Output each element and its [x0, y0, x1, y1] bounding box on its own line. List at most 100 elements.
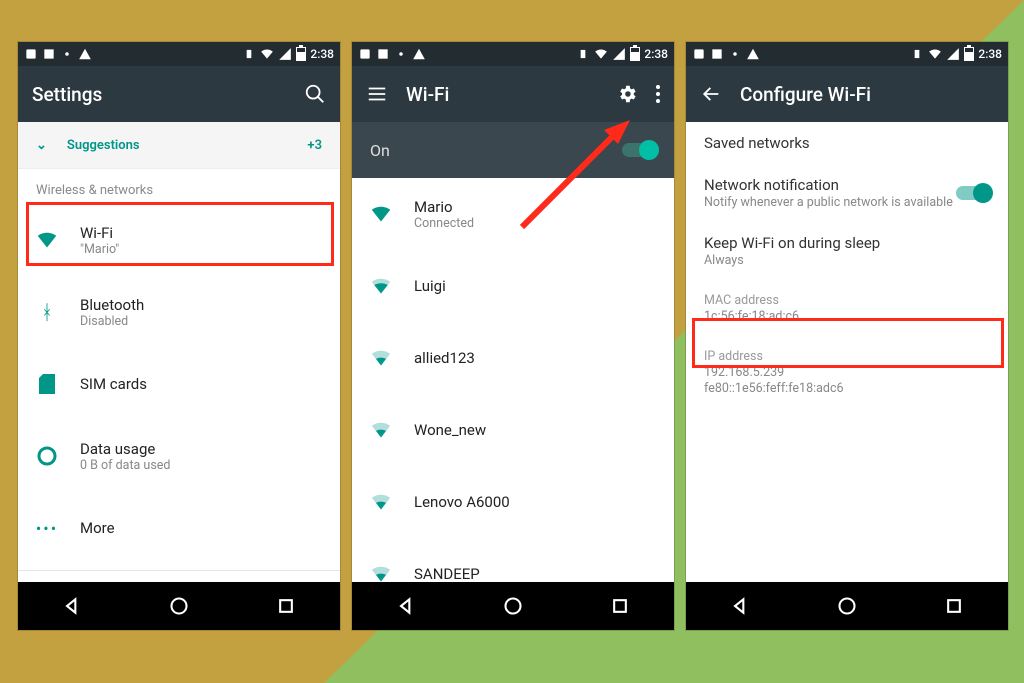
item-sub: 0 B of data used	[80, 458, 170, 473]
network-list: MarioConnected Luigi allied123 Wone_new …	[352, 178, 674, 582]
network-status: Connected	[414, 216, 474, 231]
item-data-usage[interactable]: Data usage0 B of data used	[18, 420, 340, 492]
network-item[interactable]: Lenovo A6000	[352, 466, 674, 538]
app-bar: Settings	[18, 66, 340, 122]
row-label: MAC address	[704, 293, 990, 308]
app-icon	[24, 47, 38, 61]
nav-bar	[686, 582, 1008, 630]
saved-networks[interactable]: Saved networks	[686, 122, 1008, 164]
image-icon	[376, 47, 390, 61]
network-item[interactable]: Luigi	[352, 250, 674, 322]
clock: 2:38	[310, 47, 334, 61]
page-title: Wi-Fi	[406, 83, 598, 106]
network-item[interactable]: MarioConnected	[352, 178, 674, 250]
wifi-icon	[370, 566, 392, 582]
chevron-down-icon: ⌄	[36, 138, 47, 153]
nav-bar	[352, 582, 674, 630]
wifi-status-icon	[928, 47, 942, 61]
recent-button[interactable]	[276, 596, 296, 616]
ip-address: IP address192.168.5.239fe80::1e56:feff:f…	[686, 336, 1008, 408]
wifi-toggle-row[interactable]: On	[352, 122, 674, 178]
phone-settings: 2:38 Settings ⌄ Suggestions +3 Wireless …	[18, 42, 340, 630]
signal-icon	[278, 47, 292, 61]
category-wireless: Wireless & networks	[18, 169, 340, 204]
hamburger-icon[interactable]	[366, 83, 388, 105]
item-bluetooth[interactable]: ᚼ BluetoothDisabled	[18, 276, 340, 348]
recent-button[interactable]	[610, 596, 630, 616]
row-label: Network notification	[704, 176, 953, 194]
wifi-icon	[370, 278, 392, 294]
settings-list: ⌄ Suggestions +3 Wireless & networks Wi-…	[18, 122, 340, 582]
wifi-icon	[370, 422, 392, 438]
battery-icon	[630, 47, 640, 61]
keep-wifi-on[interactable]: Keep Wi-Fi on during sleepAlways	[686, 222, 1008, 280]
network-name: Mario	[414, 198, 474, 216]
home-button[interactable]	[837, 596, 857, 616]
app-icon	[692, 47, 706, 61]
vibrate-icon	[576, 47, 590, 61]
battery-icon	[964, 47, 974, 61]
item-label: Data usage	[80, 440, 170, 458]
app-icon	[358, 47, 372, 61]
network-item[interactable]: Wone_new	[352, 394, 674, 466]
suggestions-count: +3	[307, 138, 322, 153]
search-icon[interactable]	[304, 83, 326, 105]
row-label: IP address	[704, 349, 990, 364]
back-button[interactable]	[396, 596, 416, 616]
vibrate-icon	[242, 47, 256, 61]
network-name: Luigi	[414, 277, 446, 295]
status-bar: 2:38	[686, 42, 1008, 66]
wifi-switch[interactable]	[622, 143, 656, 157]
item-sub: Disabled	[80, 314, 144, 329]
row-label: Saved networks	[704, 134, 990, 152]
vibrate-icon	[910, 47, 924, 61]
more-icon: •••	[36, 519, 58, 538]
signal-icon	[612, 47, 626, 61]
item-wifi[interactable]: Wi-Fi"Mario"	[18, 204, 340, 276]
battery-icon	[296, 47, 306, 61]
suggestions-label: Suggestions	[67, 138, 140, 153]
wifi-state-label: On	[370, 141, 390, 160]
wifi-icon	[36, 232, 58, 248]
app-bar: Configure Wi-Fi	[686, 66, 1008, 122]
gear-icon	[394, 47, 408, 61]
home-button[interactable]	[169, 596, 189, 616]
sim-icon	[36, 374, 58, 394]
back-button[interactable]	[730, 596, 750, 616]
network-item[interactable]: SANDEEP	[352, 538, 674, 582]
home-button[interactable]	[503, 596, 523, 616]
row-label: Keep Wi-Fi on during sleep	[704, 234, 990, 252]
suggestions-row[interactable]: ⌄ Suggestions +3	[18, 122, 340, 169]
back-button[interactable]	[62, 596, 82, 616]
image-icon	[42, 47, 56, 61]
signal-icon	[946, 47, 960, 61]
warning-icon	[78, 47, 92, 61]
network-notification[interactable]: Network notificationNotify whenever a pu…	[686, 164, 1008, 222]
item-label: Bluetooth	[80, 296, 144, 314]
network-name: Lenovo A6000	[414, 493, 510, 511]
item-more[interactable]: ••• More	[18, 492, 340, 564]
app-bar: Wi-Fi	[352, 66, 674, 122]
gear-icon[interactable]	[616, 83, 638, 105]
category-extra: Extra Options	[18, 577, 340, 582]
recent-button[interactable]	[944, 596, 964, 616]
network-name: SANDEEP	[414, 565, 480, 582]
item-label: Wi-Fi	[80, 224, 119, 242]
configure-list: Saved networks Network notificationNotif…	[686, 122, 1008, 582]
row-sub: Notify whenever a public network is avai…	[704, 195, 953, 210]
nav-bar	[18, 582, 340, 630]
notification-switch[interactable]	[956, 186, 990, 200]
gear-icon	[728, 47, 742, 61]
page-title: Settings	[32, 83, 286, 106]
wifi-icon	[370, 494, 392, 510]
phone-configure-wifi: 2:38 Configure Wi-Fi Saved networks Netw…	[686, 42, 1008, 630]
warning-icon	[412, 47, 426, 61]
row-value: 1c:56:fe:18:ad:c6	[704, 309, 990, 324]
bluetooth-icon: ᚼ	[36, 300, 58, 324]
item-sim[interactable]: SIM cards	[18, 348, 340, 420]
wifi-status-icon	[260, 47, 274, 61]
back-arrow-icon[interactable]	[700, 83, 722, 105]
network-item[interactable]: allied123	[352, 322, 674, 394]
wifi-status-icon	[594, 47, 608, 61]
overflow-menu-icon[interactable]	[656, 85, 660, 103]
